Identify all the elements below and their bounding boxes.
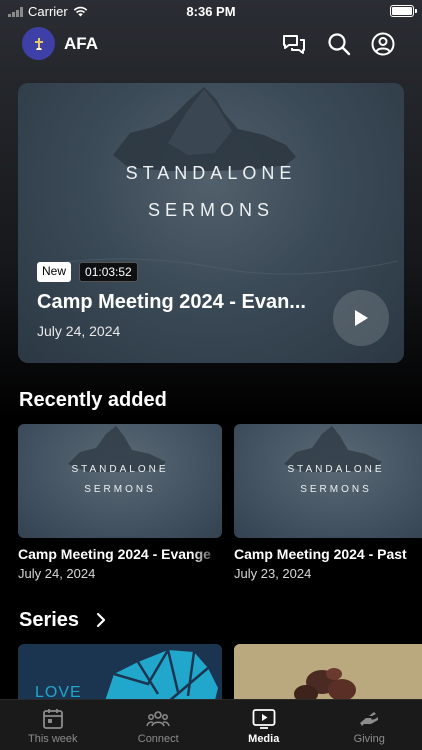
app-name: AFA: [64, 34, 98, 53]
chat-button[interactable]: [281, 31, 307, 57]
card-thumbnail: STANDALONE SERMONS: [234, 424, 422, 538]
chevron-right-icon[interactable]: [95, 612, 107, 628]
card-date: July 23, 2024: [234, 566, 312, 581]
search-icon: [328, 33, 351, 56]
card-title: Camp Meeting 2024 - Past: [234, 546, 407, 562]
series-card[interactable]: LOVE: [18, 644, 222, 704]
hero-title: Camp Meeting 2024 - Evan...: [37, 291, 306, 313]
hero-date: July 24, 2024: [37, 323, 121, 339]
play-icon: [355, 310, 368, 326]
stones-artwork: [234, 644, 422, 704]
cross-logo-icon: [34, 37, 43, 50]
chat-icon: [283, 35, 305, 54]
tab-media[interactable]: Media: [211, 700, 317, 750]
series-heading[interactable]: Series: [19, 609, 79, 632]
status-bar: Carrier 8:36 PM: [0, 0, 422, 24]
card-title: Camp Meeting 2024 - Evange: [18, 546, 211, 562]
play-button[interactable]: [333, 290, 389, 346]
search-button[interactable]: [326, 31, 352, 57]
artwork-title-line2: SERMONS: [300, 484, 372, 495]
media-card[interactable]: STANDALONE SERMONS Camp Meeting 2024 - P…: [234, 424, 422, 581]
profile-button[interactable]: [370, 31, 396, 57]
tab-label: Media: [248, 733, 280, 745]
sea-rock-artwork: [284, 426, 382, 472]
recently-added-heading: Recently added: [19, 389, 167, 411]
tab-connect[interactable]: Connect: [106, 700, 212, 750]
card-date: July 24, 2024: [18, 566, 96, 581]
artwork-title-line1: STANDALONE: [287, 464, 385, 475]
calendar-icon: [42, 709, 63, 729]
series-card[interactable]: [234, 644, 422, 704]
media-card[interactable]: STANDALONE SERMONS Camp Meeting 2024 - E…: [18, 424, 222, 581]
new-badge: New: [37, 262, 72, 282]
giving-hand-icon: [360, 712, 379, 726]
tab-bar: This week Connect Media Giving: [0, 699, 422, 750]
artwork-title-line1: STANDALONE: [71, 464, 169, 475]
sea-rock-artwork: [68, 426, 166, 472]
hero-tags: New 01:03:52: [37, 262, 138, 282]
artwork-title-line2: SERMONS: [84, 484, 156, 495]
tab-giving[interactable]: Giving: [317, 700, 422, 750]
battery-icon: [390, 5, 417, 17]
profile-icon: [371, 32, 395, 56]
tab-label: Giving: [353, 733, 385, 745]
tab-label: This week: [27, 733, 78, 745]
artwork-title-line1: STANDALONE: [125, 163, 297, 183]
people-icon: [146, 711, 170, 727]
play-screen-icon: [252, 709, 276, 729]
duration-badge: 01:03:52: [79, 262, 138, 282]
tab-this-week[interactable]: This week: [0, 700, 106, 750]
status-time: 8:36 PM: [186, 4, 236, 19]
card-thumbnail: STANDALONE SERMONS: [18, 424, 222, 538]
featured-sermon-card[interactable]: STANDALONE SERMONS New 01:03:52 Camp Mee…: [18, 83, 404, 363]
artwork-title-line2: SERMONS: [147, 200, 274, 220]
church-logo[interactable]: [22, 27, 55, 60]
tab-label: Connect: [137, 733, 179, 745]
app-header: AFA: [0, 26, 422, 62]
